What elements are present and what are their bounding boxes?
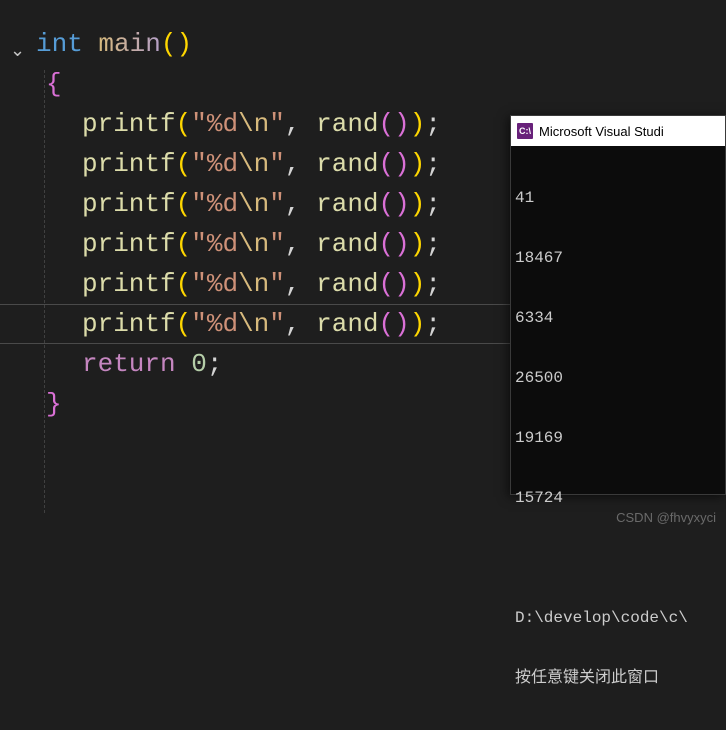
console-output: 41: [515, 188, 721, 208]
keyword-int: int: [36, 29, 83, 59]
watermark-text: CSDN @fhvyxyci: [616, 510, 716, 525]
console-output: 6334: [515, 308, 721, 328]
console-output: 19169: [515, 428, 721, 448]
code-line: int main(): [0, 24, 726, 64]
console-output: 15724: [515, 488, 721, 508]
vs-console-icon: C:\: [517, 123, 533, 139]
console-body[interactable]: 41 18467 6334 26500 19169 15724 D:\devel…: [511, 146, 725, 730]
console-titlebar[interactable]: C:\ Microsoft Visual Studi: [511, 116, 725, 146]
indent-guide: [44, 70, 45, 513]
console-path: D:\develop\code\c\: [515, 608, 721, 628]
console-prompt: 按任意键关闭此窗口: [515, 668, 721, 688]
console-output: 18467: [515, 248, 721, 268]
fold-chevron-icon[interactable]: ⌄: [10, 32, 25, 72]
close-brace: }: [46, 389, 62, 419]
function-main: main: [98, 29, 160, 59]
code-line: {: [0, 64, 726, 104]
console-window[interactable]: C:\ Microsoft Visual Studi 41 18467 6334…: [510, 115, 726, 495]
open-brace: {: [46, 69, 62, 99]
console-blank: [515, 548, 721, 568]
console-title-text: Microsoft Visual Studi: [539, 124, 664, 139]
console-output: 26500: [515, 368, 721, 388]
